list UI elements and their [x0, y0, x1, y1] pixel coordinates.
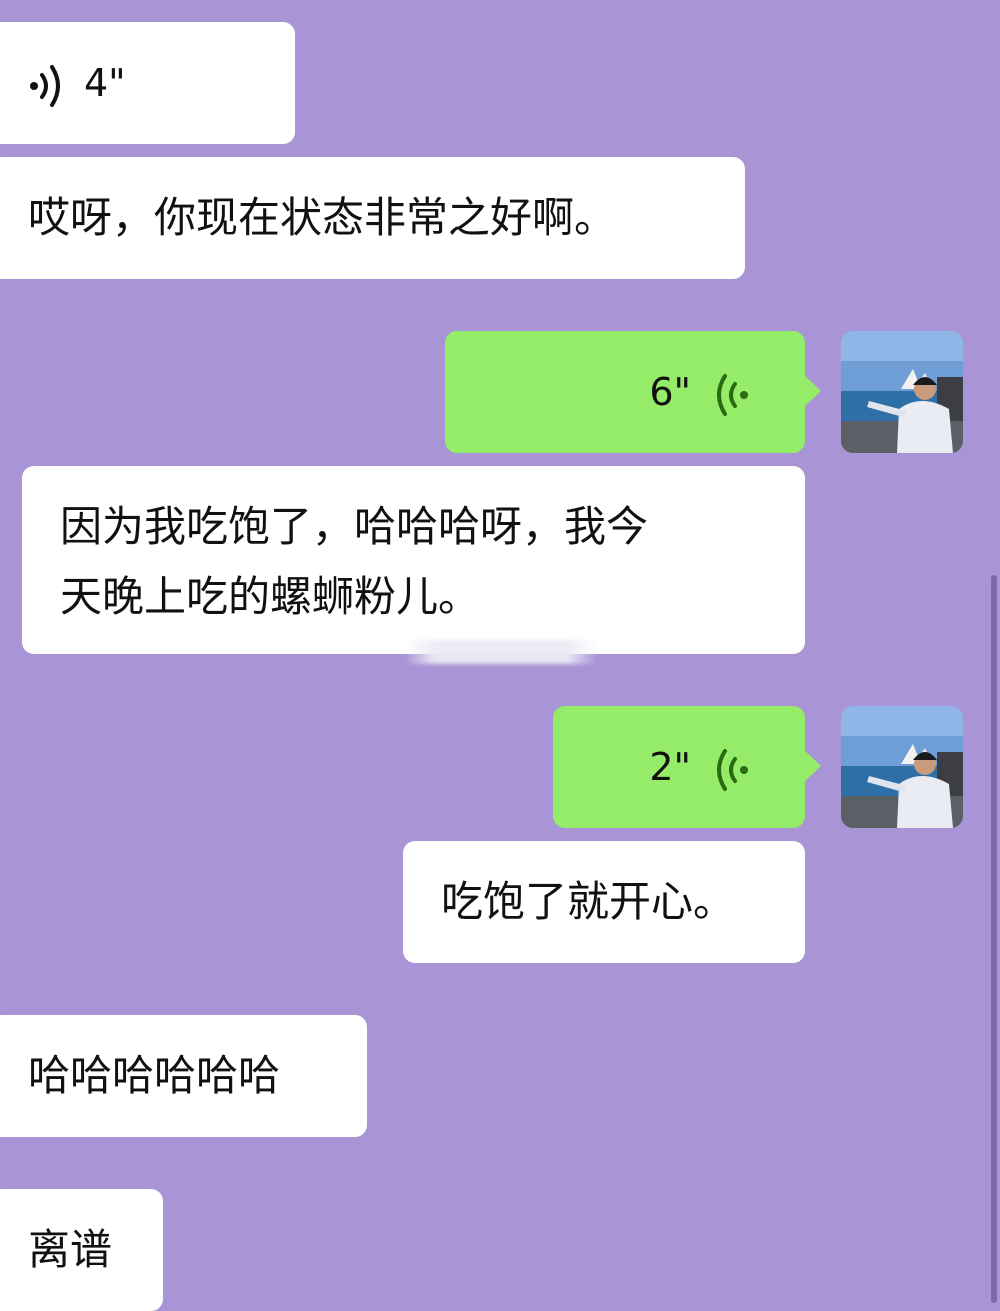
incoming-voice-message[interactable]: 4"	[0, 22, 295, 144]
avatar[interactable]	[841, 331, 963, 453]
message-text-line: 天晚上吃的螺蛳粉儿。	[60, 572, 481, 621]
incoming-text-message[interactable]: 离谱	[0, 1189, 163, 1311]
outgoing-voice-message[interactable]: 2"	[553, 706, 821, 828]
voice-duration: 6"	[649, 370, 691, 414]
scrollbar[interactable]	[991, 575, 997, 1303]
voice-wave-icon	[28, 60, 68, 107]
voice-wave-icon	[717, 369, 751, 416]
message-text: 吃饱了就开心。	[441, 877, 736, 926]
message-text: 哎呀，你现在状态非常之好啊。	[28, 193, 617, 242]
message-text-line: 因为我吃饱了，哈哈哈呀，我今	[60, 502, 649, 551]
voice-duration: 4"	[84, 61, 126, 105]
avatar[interactable]	[841, 706, 963, 828]
blurred-overlay	[405, 640, 597, 664]
incoming-text-message[interactable]: 吃饱了就开心。	[403, 841, 805, 963]
incoming-text-message[interactable]: 哎呀，你现在状态非常之好啊。	[0, 157, 745, 279]
incoming-text-message[interactable]: 哈哈哈哈哈哈	[0, 1015, 367, 1137]
message-text: 哈哈哈哈哈哈	[28, 1051, 281, 1100]
voice-duration: 2"	[649, 745, 691, 789]
message-text: 离谱	[28, 1225, 113, 1274]
outgoing-voice-message[interactable]: 6"	[445, 331, 821, 453]
incoming-text-message[interactable]: 因为我吃饱了，哈哈哈呀，我今 天晚上吃的螺蛳粉儿。	[22, 466, 805, 654]
voice-wave-icon	[717, 744, 751, 791]
